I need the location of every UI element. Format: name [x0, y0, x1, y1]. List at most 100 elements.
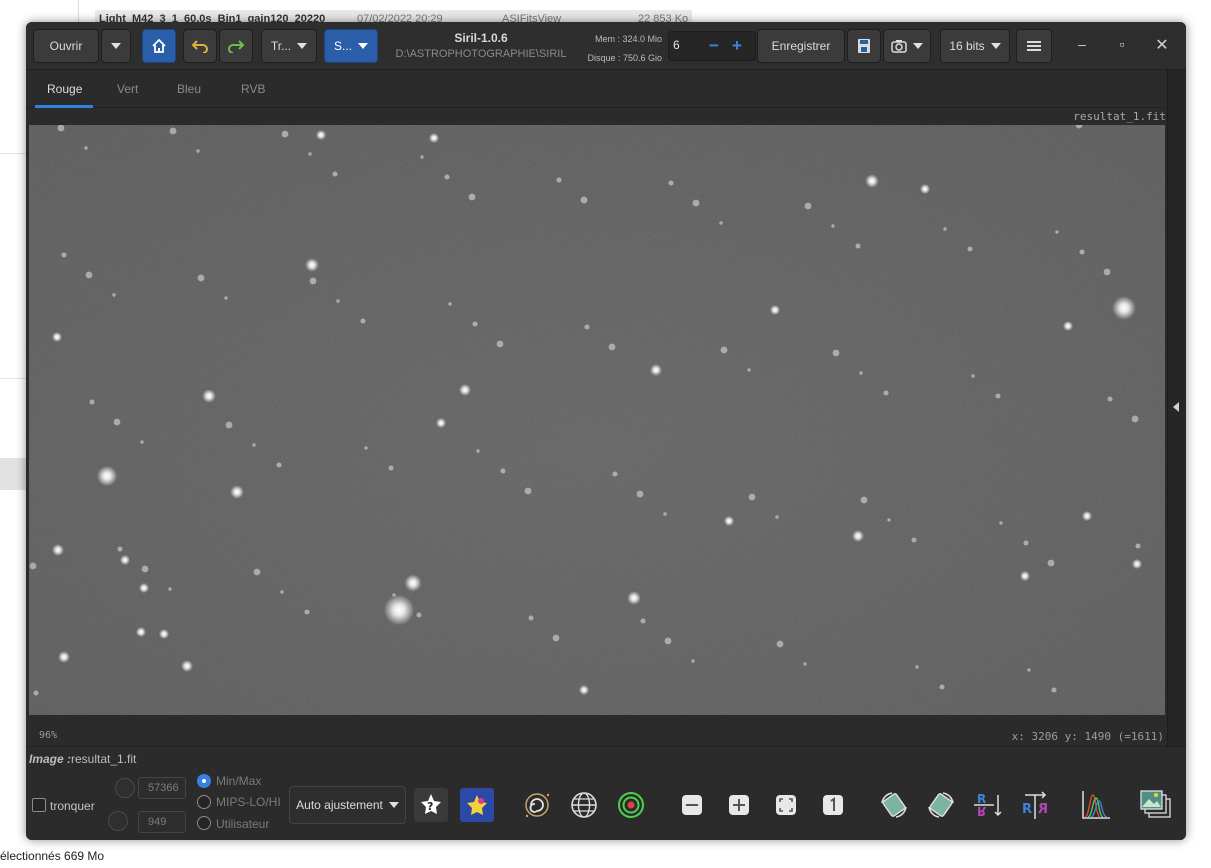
star-point — [89, 399, 95, 405]
rotate-left-button[interactable] — [877, 788, 911, 822]
processing-menu-button[interactable]: Tr... — [261, 29, 317, 63]
star-point — [428, 132, 440, 144]
radio-mips[interactable] — [197, 795, 211, 809]
tab-vert[interactable]: Vert — [117, 82, 138, 96]
scripts-menu-button[interactable]: S... — [324, 29, 378, 63]
star-point — [197, 274, 205, 282]
zoom-in-button[interactable] — [722, 788, 756, 822]
cursor-coordinates: x: 3206 y: 1490 (=1611) — [1011, 730, 1164, 743]
plus-icon[interactable]: + — [732, 36, 742, 56]
close-icon[interactable]: ✕ — [1152, 35, 1172, 55]
high-value-input[interactable]: 57366 — [138, 777, 186, 799]
star-point — [1131, 415, 1139, 423]
recent-dropdown-button[interactable] — [101, 29, 131, 63]
bitdepth-dropdown[interactable]: 16 bits — [940, 29, 1010, 63]
target-button[interactable] — [614, 788, 648, 822]
home-button[interactable] — [142, 29, 176, 63]
undo-button[interactable] — [183, 29, 217, 63]
star-point — [1135, 543, 1141, 549]
radio-minmax-label: Min/Max — [216, 774, 262, 788]
star-point — [202, 389, 216, 403]
world-grid-button[interactable] — [567, 788, 601, 822]
star-point — [392, 593, 396, 597]
chevron-down-icon — [358, 43, 368, 49]
zoom-100-button[interactable] — [816, 788, 850, 822]
minus-icon[interactable]: − — [709, 36, 719, 56]
mirror-vertical-button[interactable]: RR — [971, 788, 1005, 822]
main-menu-button[interactable] — [1016, 29, 1052, 63]
galaxy-icon — [525, 793, 550, 818]
image-viewport[interactable] — [29, 125, 1165, 715]
star-point — [138, 582, 150, 594]
image-list-button[interactable] — [1139, 788, 1173, 822]
mirror-vertical-icon: RR — [974, 792, 1002, 818]
star-point — [224, 296, 228, 300]
channel-tabs: Rouge Vert Bleu RVB — [26, 70, 1166, 108]
photometry-star-button[interactable] — [460, 788, 494, 822]
tab-bleu[interactable]: Bleu — [177, 82, 201, 96]
redo-button[interactable] — [219, 29, 253, 63]
star-point — [383, 594, 415, 626]
chevron-left-icon[interactable] — [1173, 402, 1179, 412]
open-button[interactable]: Ouvrir — [33, 29, 99, 63]
image-stack-icon — [1140, 790, 1171, 818]
stretch-label: Auto ajustement — [296, 798, 383, 812]
star-point — [636, 490, 644, 498]
explorer-status-text: électionnés 669 Mo — [0, 849, 105, 863]
star-point — [281, 130, 289, 138]
working-directory: D:\ASTROPHOTOGRAPHIE\SIRIL — [395, 48, 567, 60]
minimize-icon[interactable]: – — [1072, 36, 1092, 52]
star-point — [608, 343, 616, 351]
snapshot-dropdown-button[interactable] — [883, 29, 931, 63]
globe-icon — [571, 792, 597, 818]
star-point — [831, 224, 835, 228]
app-title: Siril-1.0.6 — [454, 31, 508, 45]
save-button[interactable]: Enregistrer — [757, 29, 845, 63]
mirror-horizontal-button[interactable]: RR — [1018, 788, 1052, 822]
histogram-button[interactable] — [1079, 788, 1113, 822]
image-prefix: Image : — [29, 752, 72, 766]
star-point — [459, 384, 471, 396]
annotate-galaxy-button[interactable] — [520, 788, 554, 822]
star-point — [196, 149, 200, 153]
processing-menu-label: Tr... — [270, 39, 292, 53]
star-point — [552, 634, 560, 642]
maximize-icon[interactable]: ▫ — [1112, 36, 1132, 52]
svg-text:R: R — [1038, 802, 1048, 817]
star-point — [1107, 396, 1113, 402]
star-field-image — [29, 125, 1165, 715]
radio-user[interactable] — [197, 816, 211, 830]
zoom-actual-size-icon — [823, 795, 843, 815]
stretch-dropdown[interactable]: Auto ajustement — [289, 786, 406, 824]
save-as-button[interactable] — [847, 29, 881, 63]
star-point — [832, 349, 840, 357]
star-point — [225, 421, 233, 429]
star-point — [468, 193, 476, 201]
star-point — [578, 684, 590, 696]
star-point — [33, 690, 39, 696]
rotate-right-button[interactable] — [924, 788, 958, 822]
low-value-input[interactable]: 949 — [138, 811, 186, 833]
star-point — [360, 318, 366, 324]
star-point — [84, 146, 88, 150]
star-point — [804, 202, 812, 210]
zoom-out-icon — [682, 795, 702, 815]
threads-input[interactable] — [673, 38, 701, 52]
chevron-down-icon — [297, 43, 308, 49]
active-tab-indicator — [35, 105, 93, 108]
star-point — [444, 174, 450, 180]
zoom-out-button[interactable] — [675, 788, 709, 822]
star-point — [769, 304, 781, 316]
explorer-selected-item[interactable] — [0, 458, 28, 490]
star-question-button[interactable]: ? — [414, 788, 448, 822]
star-point — [939, 684, 945, 690]
zoom-fit-button[interactable] — [769, 788, 803, 822]
star-point — [915, 665, 919, 669]
crop-checkbox[interactable] — [32, 798, 46, 812]
radio-minmax[interactable] — [197, 774, 211, 788]
tab-rouge[interactable]: Rouge — [47, 82, 82, 96]
high-cursor-indicator — [115, 778, 135, 798]
side-panel-toggle-strip[interactable] — [1167, 70, 1186, 746]
tab-rvb[interactable]: RVB — [241, 82, 265, 96]
star-point — [112, 293, 116, 297]
